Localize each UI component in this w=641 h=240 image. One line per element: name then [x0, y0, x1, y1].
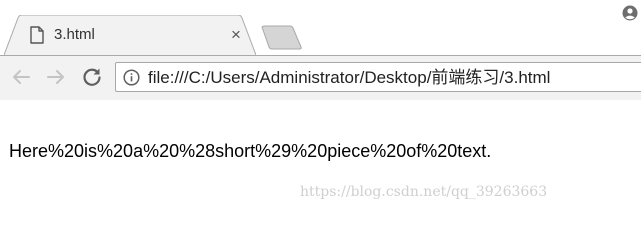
page-text: Here%20is%20a%20%28short%29%20piece%20of…: [9, 141, 492, 161]
arrow-left-icon: [13, 70, 30, 84]
page-content: Here%20is%20a%20%28short%29%20piece%20of…: [0, 100, 641, 215]
active-tab[interactable]: 3.html ×: [4, 15, 256, 55]
reload-icon: [83, 68, 101, 86]
url-text[interactable]: file:///C:/Users/Administrator/Desktop/前…: [148, 68, 550, 88]
back-button[interactable]: [9, 65, 33, 89]
file-icon: [30, 26, 44, 44]
browser-toolbar: file:///C:/Users/Administrator/Desktop/前…: [0, 55, 641, 101]
forward-button[interactable]: [44, 65, 68, 89]
watermark: https://blog.csdn.net/qq_39263663: [300, 184, 548, 200]
info-icon[interactable]: [123, 69, 140, 86]
tab-title: 3.html: [54, 26, 95, 43]
profile-icon[interactable]: [622, 5, 638, 21]
arrow-right-icon: [47, 70, 64, 84]
address-bar[interactable]: file:///C:/Users/Administrator/Desktop/前…: [115, 62, 641, 92]
new-tab-button[interactable]: [258, 25, 304, 50]
close-tab-icon[interactable]: ×: [228, 26, 244, 43]
reload-button[interactable]: [80, 65, 104, 89]
tab-strip: 3.html ×: [0, 0, 641, 55]
